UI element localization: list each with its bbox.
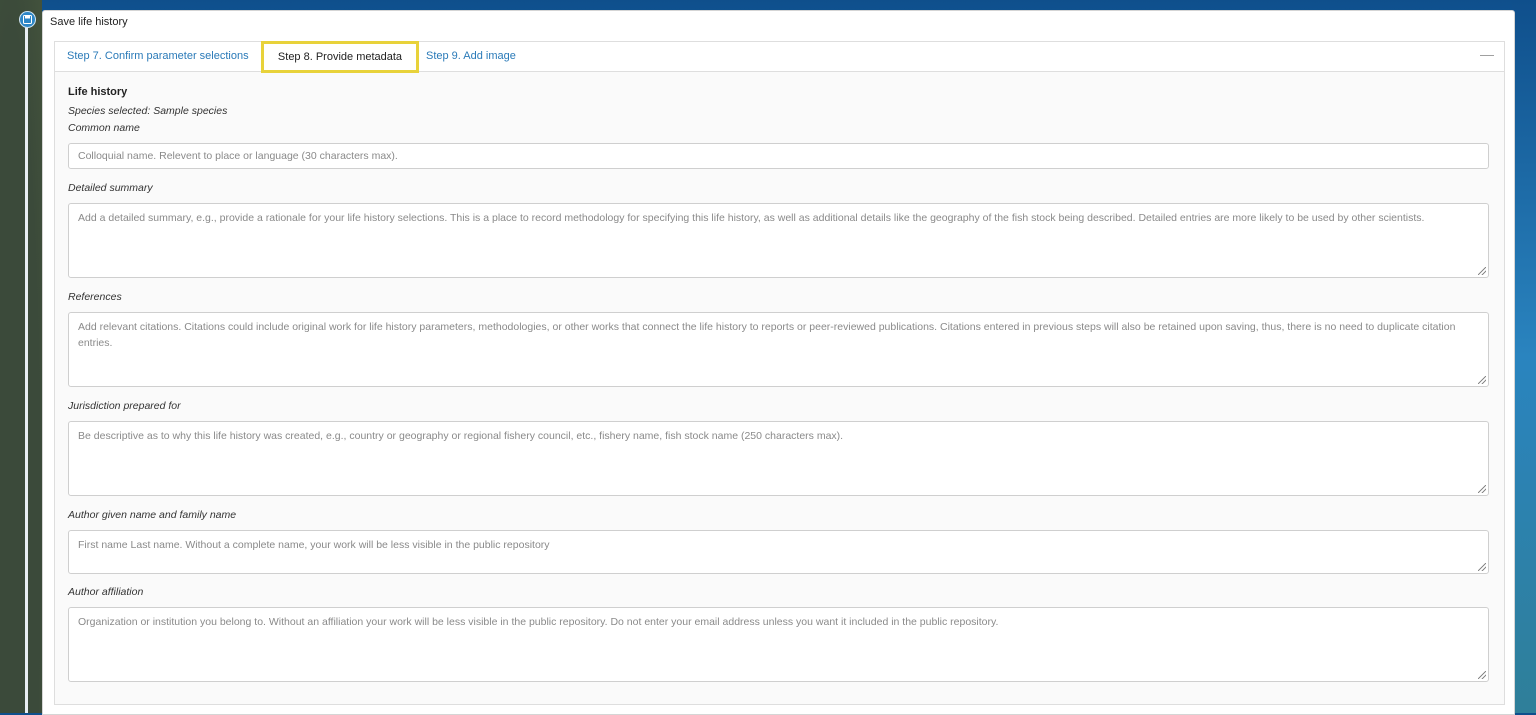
- tab-step-8[interactable]: Step 8. Provide metadata: [261, 41, 419, 73]
- author-name-label: Author given name and family name: [68, 509, 237, 521]
- metadata-form: Life history Species selected: Sample sp…: [55, 72, 1504, 682]
- author-affiliation-textarea[interactable]: Organization or institution you belong t…: [68, 607, 1489, 682]
- save-icon-glyph: [23, 15, 32, 24]
- panel-title: Save life history: [50, 16, 128, 28]
- jurisdiction-textarea[interactable]: Be descriptive as to why this life histo…: [68, 421, 1489, 496]
- save-icon[interactable]: [19, 11, 36, 28]
- references-label: References: [68, 291, 122, 303]
- common-name-input[interactable]: Colloquial name. Relevent to place or la…: [68, 143, 1489, 169]
- step-rail: [25, 18, 28, 713]
- tab-step-9[interactable]: Step 9. Add image: [426, 42, 516, 71]
- common-name-label: Common name: [68, 122, 140, 134]
- references-textarea[interactable]: Add relevant citations. Citations could …: [68, 312, 1489, 387]
- jurisdiction-placeholder: Be descriptive as to why this life histo…: [78, 430, 844, 442]
- author-affiliation-placeholder: Organization or institution you belong t…: [78, 616, 999, 628]
- references-placeholder: Add relevant citations. Citations could …: [78, 321, 1456, 349]
- section-title: Life history: [68, 86, 128, 98]
- resize-handle[interactable]: [1478, 267, 1486, 275]
- author-name-placeholder: First name Last name. Without a complete…: [78, 539, 550, 551]
- tab-step-7[interactable]: Step 7. Confirm parameter selections: [67, 42, 249, 71]
- save-life-history-panel: Save life history Step 7. Confirm parame…: [42, 10, 1515, 715]
- background-left: [0, 0, 42, 713]
- species-selected: Species selected: Sample species: [68, 105, 228, 117]
- resize-handle[interactable]: [1478, 485, 1486, 493]
- background-right: [1512, 0, 1536, 713]
- resize-handle[interactable]: [1478, 376, 1486, 384]
- metadata-card: Step 7. Confirm parameter selections Ste…: [54, 41, 1505, 705]
- resize-handle[interactable]: [1478, 671, 1486, 679]
- collapse-button[interactable]: —: [1480, 46, 1494, 62]
- resize-handle[interactable]: [1478, 563, 1486, 571]
- author-affiliation-label: Author affiliation: [68, 586, 144, 598]
- step-tabs: Step 7. Confirm parameter selections Ste…: [55, 41, 1504, 73]
- detailed-summary-textarea[interactable]: Add a detailed summary, e.g., provide a …: [68, 203, 1489, 278]
- author-name-textarea[interactable]: First name Last name. Without a complete…: [68, 530, 1489, 574]
- jurisdiction-label: Jurisdiction prepared for: [68, 400, 181, 412]
- detailed-summary-label: Detailed summary: [68, 182, 153, 194]
- detailed-summary-placeholder: Add a detailed summary, e.g., provide a …: [78, 212, 1425, 224]
